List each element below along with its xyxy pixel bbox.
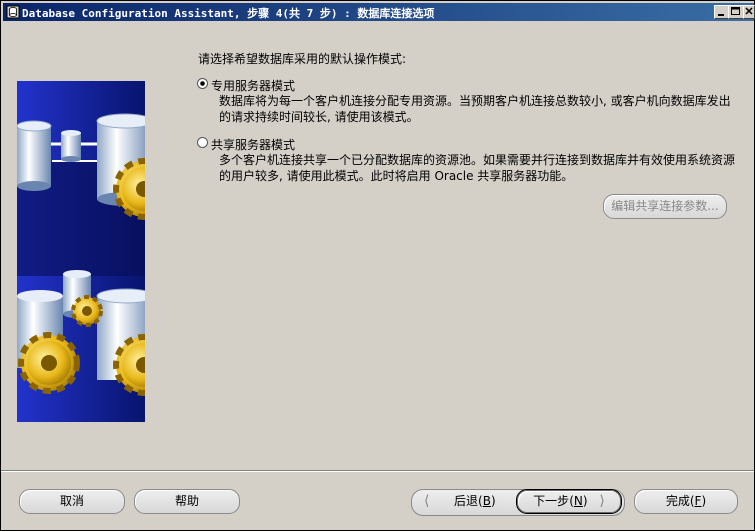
description-line: 的请求持续时间较长, 请使用该模式。 bbox=[219, 110, 419, 124]
description-line: 的用户较多, 请使用此模式。此时将启用 Oracle 共享服务器功能。 bbox=[219, 169, 574, 183]
finish-button[interactable]: 完成(F) bbox=[634, 489, 738, 514]
finish-access-key: F bbox=[694, 494, 702, 508]
next-arrow-icon: ⟩ bbox=[599, 493, 605, 509]
shared-server-label[interactable]: 共享服务器模式 bbox=[211, 136, 295, 153]
radio-unselected-icon[interactable] bbox=[197, 137, 208, 148]
minimize-icon bbox=[718, 14, 724, 16]
close-icon bbox=[745, 7, 753, 15]
title-bar[interactable]: Database Configuration Assistant, 步骤 4(共… bbox=[3, 3, 755, 21]
dialog-window: Database Configuration Assistant, 步骤 4(共… bbox=[0, 0, 755, 531]
edit-shared-params-button[interactable]: 编辑共享连接参数... bbox=[603, 194, 727, 219]
mode-prompt-heading: 请选择希望数据库采用的默认操作模式: bbox=[198, 52, 407, 66]
help-button[interactable]: 帮助 bbox=[134, 489, 240, 514]
cancel-button[interactable]: 取消 bbox=[19, 489, 125, 514]
description-line: 多个客户机连接共享一个已分配数据库的资源池。如果需要并行连接到数据库并有效使用系… bbox=[219, 153, 736, 167]
dedicated-server-description: 数据库将为每一个客户机连接分配专用资源。当预期客户机连接总数较小, 或客户机向数… bbox=[219, 93, 731, 125]
description-line: 数据库将为每一个客户机连接分配专用资源。当预期客户机连接总数较小, 或客户机向数… bbox=[219, 94, 731, 108]
back-label: 后退 bbox=[454, 494, 479, 508]
footer-divider bbox=[1, 470, 754, 472]
next-access-key: N bbox=[573, 494, 583, 508]
back-button[interactable]: 后退(B) bbox=[454, 490, 496, 513]
window-title: Database Configuration Assistant, 步骤 4(共… bbox=[22, 7, 435, 20]
maximize-icon bbox=[731, 7, 740, 15]
back-access-key: B bbox=[482, 494, 491, 508]
dedicated-server-label[interactable]: 专用服务器模式 bbox=[211, 77, 295, 94]
shared-server-description: 多个客户机连接共享一个已分配数据库的资源池。如果需要并行连接到数据库并有效使用系… bbox=[219, 152, 735, 184]
back-arrow-icon: ⟨ bbox=[424, 493, 430, 509]
close-button[interactable] bbox=[743, 5, 755, 19]
next-button[interactable]: 下一步(N) ⟩ bbox=[516, 489, 622, 514]
database-gears-illustration bbox=[17, 81, 145, 422]
database-app-icon bbox=[6, 5, 20, 19]
maximize-button[interactable] bbox=[728, 5, 744, 19]
finish-label: 完成 bbox=[665, 494, 690, 508]
next-label: 下一步 bbox=[533, 494, 570, 508]
radio-selected-icon[interactable] bbox=[197, 78, 208, 89]
